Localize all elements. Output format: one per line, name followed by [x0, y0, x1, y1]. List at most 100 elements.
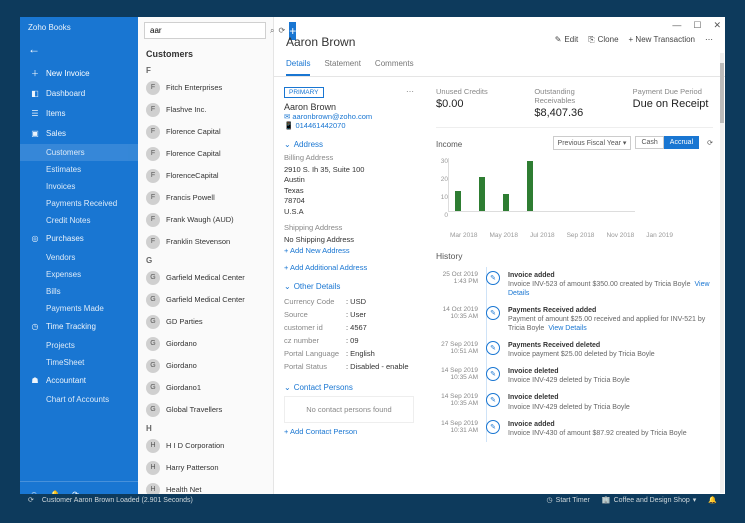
add-contact-person[interactable]: + Add Contact Person	[284, 427, 414, 436]
close-icon[interactable]: ✕	[713, 20, 721, 31]
x-tick: Jul 2018	[530, 232, 555, 239]
history-text: Payments Received deletedInvoice payment…	[508, 341, 713, 359]
details-more-icon[interactable]: ⋯	[406, 87, 414, 96]
other-details-section[interactable]: ⌄ Other Details	[284, 282, 414, 291]
view-details-link[interactable]: View Details	[548, 325, 586, 332]
minimize-icon[interactable]: —	[672, 20, 681, 31]
alpha-header: F	[138, 63, 273, 77]
tab-statement[interactable]: Statement	[324, 55, 360, 76]
add-new-address[interactable]: + Add New Address	[284, 246, 414, 255]
nav-label: Items	[46, 109, 66, 118]
customer-name: Florence Capital	[166, 127, 221, 136]
alpha-header: H	[138, 421, 273, 435]
y-tick: 20	[436, 176, 448, 194]
nav-sub-vendors[interactable]: Vendors	[20, 249, 138, 266]
nav-label: Purchases	[46, 234, 84, 243]
history-item: 25 Oct 20191:43 PM✎Invoice addedInvoice …	[436, 267, 713, 302]
customer-email[interactable]: ✉ aaronbrown@zoho.com	[284, 112, 414, 121]
nav-sub-credit-notes[interactable]: Credit Notes	[20, 212, 138, 229]
customer-name: Franklin Stevenson	[166, 237, 230, 246]
chart-refresh-icon[interactable]: ⟳	[707, 139, 713, 147]
avatar: G	[146, 271, 160, 285]
x-tick: Jan 2019	[646, 232, 673, 239]
list-item[interactable]: FFlorence Capital	[138, 143, 273, 165]
new-transaction-button[interactable]: + New Transaction	[629, 35, 695, 44]
list-item[interactable]: FFrank Waugh (AUD)	[138, 209, 273, 231]
detail-row: Currency Code: USD	[284, 295, 414, 308]
summary-pane: Unused Credits$0.00Outstanding Receivabl…	[424, 77, 725, 507]
list-item[interactable]: HHarry Patterson	[138, 457, 273, 479]
seg-accrual[interactable]: Accrual	[664, 136, 699, 149]
list-item[interactable]: GGiordano1	[138, 377, 273, 399]
tab-details[interactable]: Details	[286, 55, 310, 76]
customer-name: Global Travellers	[166, 405, 222, 414]
nav-sub-timesheet[interactable]: TimeSheet	[20, 354, 138, 371]
clone-button[interactable]: ⎘ Clone	[588, 35, 618, 45]
contact-persons-section[interactable]: ⌄ Contact Persons	[284, 383, 414, 392]
customer-name: Garfield Medical Center	[166, 273, 245, 282]
nav-sub-chart-of-accounts[interactable]: Chart of Accounts	[20, 391, 138, 408]
status-sync-icon[interactable]: ⟳	[28, 496, 34, 504]
status-bell-icon[interactable]: 🔔	[708, 496, 717, 504]
history-date: 14 Sep 201910:35 AM	[436, 367, 478, 385]
list-header: Customers	[138, 45, 273, 63]
y-tick: 0	[436, 212, 448, 230]
edit-button[interactable]: ✎ Edit	[555, 35, 579, 44]
history-item: 14 Oct 201910:35 AM✎Payments Received ad…	[436, 302, 713, 337]
email-text: aaronbrown@zoho.com	[292, 112, 372, 121]
list-item[interactable]: FFranklin Stevenson	[138, 231, 273, 253]
addr-line: U.S.A	[284, 207, 414, 218]
customer-phone[interactable]: 📱 014461442070	[284, 121, 414, 130]
nav-sub-bills[interactable]: Bills	[20, 283, 138, 300]
nav-sub-expenses[interactable]: Expenses	[20, 266, 138, 283]
nav-sub-payments-received[interactable]: Payments Received	[20, 195, 138, 212]
list-item[interactable]: G Garfield Medical Center	[138, 267, 273, 289]
addr-line: Texas	[284, 186, 414, 197]
list-item[interactable]: GGiordano	[138, 355, 273, 377]
card-value: $8,407.36	[534, 107, 614, 119]
nav-accountant[interactable]: ☗Accountant	[20, 371, 138, 391]
nav-purchases[interactable]: ◎Purchases	[20, 229, 138, 249]
address-section[interactable]: ⌄ Address	[284, 140, 414, 149]
list-item[interactable]: GGarfield Medical Center	[138, 289, 273, 311]
nav-items[interactable]: ☰Items	[20, 104, 138, 124]
period-dropdown[interactable]: Previous Fiscal Year ▾	[553, 136, 632, 150]
view-details-link[interactable]: View Details	[508, 281, 710, 297]
back-button[interactable]: ←	[20, 38, 138, 64]
nav-sub-customers[interactable]: Customers	[20, 144, 138, 161]
list-item[interactable]: FFlashve Inc.	[138, 99, 273, 121]
tab-comments[interactable]: Comments	[375, 55, 414, 76]
nav-time[interactable]: ◷Time Tracking	[20, 317, 138, 337]
search-input[interactable]	[144, 22, 266, 39]
list-item[interactable]: F Florence Capital	[138, 121, 273, 143]
more-menu-icon[interactable]: ⋯	[705, 35, 713, 44]
list-item[interactable]: FFitch Enterprises	[138, 77, 273, 99]
addr-line: 2910 S. Ih 35, Suite 100	[284, 165, 414, 176]
nav-sales[interactable]: ▣Sales	[20, 124, 138, 144]
seg-cash[interactable]: Cash	[635, 136, 663, 149]
list-item[interactable]: FFlorenceCapital	[138, 165, 273, 187]
list-item[interactable]: GGlobal Travellers	[138, 399, 273, 421]
nav-sub-payments-made[interactable]: Payments Made	[20, 300, 138, 317]
scrollbar[interactable]	[720, 53, 724, 493]
nav-new-invoice[interactable]: ＋New Invoice	[20, 64, 138, 84]
org-selector[interactable]: 🏢 Coffee and Design Shop ▾	[602, 496, 696, 504]
nav-sub-projects[interactable]: Projects	[20, 337, 138, 354]
detail-value: : USD	[346, 297, 366, 306]
detail-key: cz number	[284, 336, 346, 345]
start-timer[interactable]: ◷ Start Timer	[547, 496, 590, 504]
nav-sub-estimates[interactable]: Estimates	[20, 161, 138, 178]
customer-name: Giordano	[166, 339, 197, 348]
add-additional-address[interactable]: + Add Additional Address	[284, 263, 414, 272]
period-label: Previous Fiscal Year	[558, 140, 621, 147]
list-item[interactable]: GGiordano	[138, 333, 273, 355]
maximize-icon[interactable]: ☐	[693, 20, 701, 31]
list-item[interactable]: GGD Parties	[138, 311, 273, 333]
nav-sub-invoices[interactable]: Invoices	[20, 178, 138, 195]
nav-dashboard[interactable]: ◧Dashboard	[20, 84, 138, 104]
chart-bar	[455, 191, 461, 211]
list-item[interactable]: HH I D Corporation	[138, 435, 273, 457]
avatar: F	[146, 125, 160, 139]
customer-list-panel: ⌕ ⟳ + Customers FFFitch EnterprisesFFlas…	[138, 17, 274, 507]
list-item[interactable]: FFrancis Powell	[138, 187, 273, 209]
